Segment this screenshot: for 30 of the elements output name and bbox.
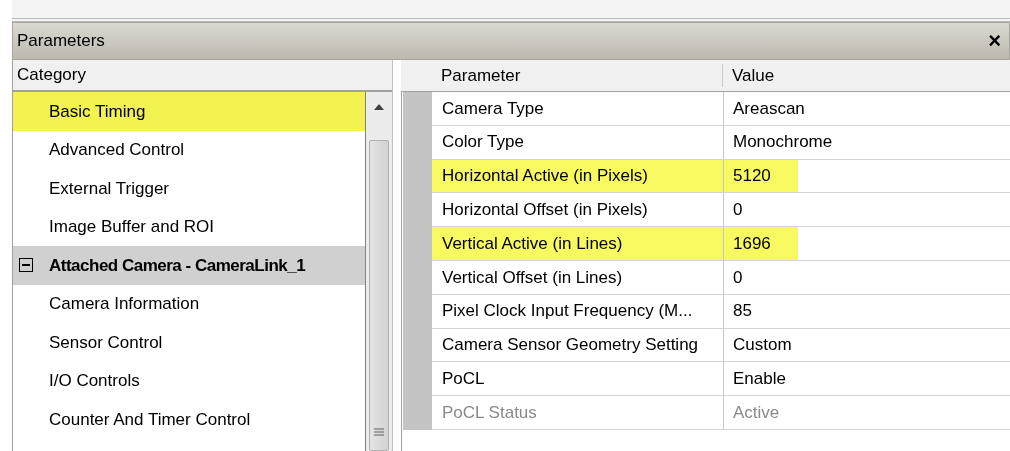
close-button[interactable]: × <box>984 30 1005 52</box>
parameter-cell[interactable]: Color Type <box>432 125 724 159</box>
scrollbar[interactable] <box>366 92 392 451</box>
parameter-cell[interactable]: Horizontal Active (in Pixels) <box>432 159 724 193</box>
value-cell[interactable]: 85 <box>724 294 761 328</box>
value-cell[interactable]: Custom <box>724 328 801 362</box>
value-cell[interactable]: 5120 <box>724 159 798 193</box>
value-cell[interactable]: Monochrome <box>724 125 842 159</box>
scroll-up-icon[interactable] <box>374 104 384 110</box>
column-header: Value <box>731 64 776 87</box>
parameter-cell[interactable]: Camera Sensor Geometry Setting <box>432 328 724 362</box>
value-cell[interactable]: 0 <box>724 261 752 294</box>
value-cell[interactable]: Areascan <box>724 92 814 125</box>
column-header: Parameter <box>431 64 723 87</box>
parameter-cell[interactable]: Camera Type <box>432 92 724 125</box>
parameter-cell[interactable]: Horizontal Offset (in Pixels) <box>432 193 724 227</box>
category-item[interactable]: Basic Timing <box>13 92 365 131</box>
column-header: Category <box>13 60 392 92</box>
parameter-cell[interactable]: PoCL <box>432 362 724 396</box>
value-cell[interactable]: Enable <box>724 362 795 396</box>
grip-icon <box>374 428 384 436</box>
parameter-cell[interactable]: Vertical Offset (in Lines) <box>432 261 724 294</box>
category-group[interactable]: Attached Camera - CameraLink_1 <box>13 246 365 285</box>
panel-title: Parameters <box>17 30 105 53</box>
value-cell[interactable]: 0 <box>724 193 752 227</box>
parameter-cell[interactable]: Vertical Active (in Lines) <box>432 227 724 260</box>
value-cell[interactable]: 1696 <box>724 227 798 260</box>
parameter-cell[interactable]: Pixel Clock Input Frequency (M... <box>432 294 724 328</box>
collapse-icon[interactable] <box>19 258 33 273</box>
scrollbar-thumb[interactable] <box>369 140 389 451</box>
